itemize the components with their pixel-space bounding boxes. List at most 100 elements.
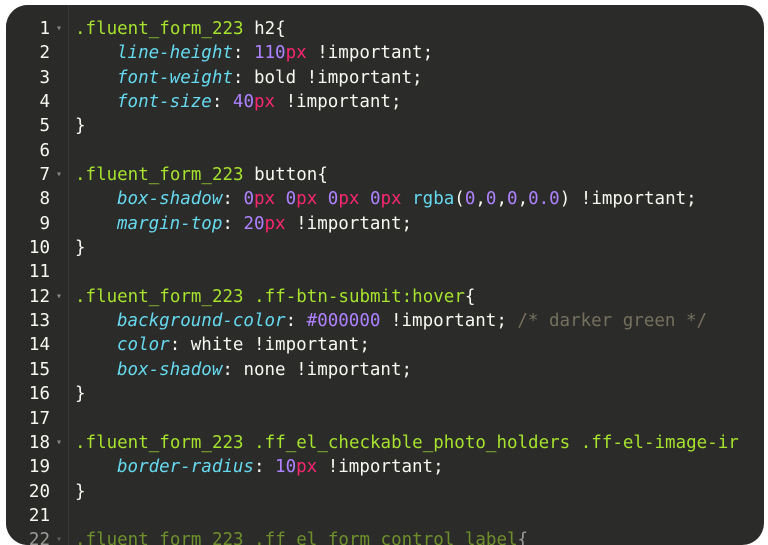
code-text: } <box>75 236 86 260</box>
line-number: 17 <box>28 408 50 429</box>
code-line[interactable]: 19 border-radius: 10px !important; <box>6 455 764 479</box>
line-number: 12 <box>28 286 50 307</box>
line-number: 3 <box>39 67 50 88</box>
code-token: 0 <box>243 189 254 210</box>
code-line[interactable]: 8 box-shadow: 0px 0px 0px 0px rgba(0,0,0,… <box>6 187 764 211</box>
code-editor[interactable]: 1 ▾ .fluent_form_223 h2{2 line-height: 110p… <box>6 5 764 545</box>
code-token: rgba <box>412 189 455 210</box>
code-text: border-radius: 10px !important; <box>75 455 444 479</box>
code-line[interactable]: 11 <box>6 260 764 284</box>
code-token: !important; <box>306 43 434 64</box>
code-token: 0 <box>327 189 339 210</box>
code-line[interactable]: 18 ▾ .fluent_form_223 .ff_el_checkable_pho… <box>6 431 764 455</box>
code-token: { <box>517 530 529 545</box>
code-line[interactable]: 5} <box>6 114 764 138</box>
fold-arrow-icon[interactable]: ▾ <box>53 285 65 309</box>
code-text: } <box>75 114 86 138</box>
code-token: h2{ <box>243 19 286 39</box>
code-token: { <box>464 286 476 307</box>
code-token: 0 <box>485 189 497 210</box>
line-number: 5 <box>39 116 50 137</box>
code-text: font-weight: bold !important; <box>75 66 423 90</box>
code-token: .ff_el_checkable_photo_holders <box>254 432 571 453</box>
code-token: px <box>253 189 276 210</box>
code-token: ) !important; <box>559 189 697 210</box>
code-token: .fluent_form_223 <box>75 530 244 545</box>
code-line[interactable]: 9 margin-top: 20px !important; <box>6 212 764 236</box>
code-token: 0 <box>285 189 297 210</box>
line-number: 10 <box>28 238 50 259</box>
code-token: ( <box>454 189 465 210</box>
line-number: 19 <box>28 457 50 478</box>
code-token: !important; <box>285 359 413 380</box>
code-token: .ff-el-image-ir <box>580 432 739 453</box>
code-line[interactable]: 12 ▾ .fluent_form_223 .ff-btn-submit:hover… <box>6 285 764 309</box>
code-token: font-weight <box>117 67 233 88</box>
code-token: button{ <box>243 165 328 186</box>
line-number: 9 <box>39 213 50 234</box>
code-token: !important; <box>296 67 423 88</box>
code-token: .fluent_form_223 <box>75 432 244 453</box>
code-line[interactable]: 15 box-shadow: none !important; <box>6 358 764 382</box>
code-line[interactable]: 1 ▾ .fluent_form_223 h2{ <box>6 17 764 41</box>
line-number: 4 <box>39 92 50 113</box>
code-token: .fluent_form_223 <box>75 165 244 186</box>
code-token: 0 <box>507 189 518 210</box>
fold-arrow-icon[interactable]: ▾ <box>53 17 65 41</box>
code-token: bold <box>253 67 297 88</box>
code-token: px <box>296 457 318 478</box>
code-token: 40 <box>232 92 254 113</box>
code-text: .fluent_form_223 button{ <box>75 163 328 187</box>
code-line[interactable]: 3 font-weight: bold !important; <box>6 66 764 90</box>
code-token: : <box>222 189 244 210</box>
code-text: .fluent_form_223 .ff-btn-submit:hover{ <box>75 285 475 309</box>
code-token: font-size <box>117 92 212 113</box>
code-token: 0 <box>369 189 381 210</box>
code-line[interactable]: 17 <box>6 407 764 431</box>
code-token: , <box>517 189 529 210</box>
code-token: .fluent_form_223 <box>75 19 244 39</box>
code-line[interactable]: 20} <box>6 480 764 504</box>
code-text: } <box>75 480 86 504</box>
code-token: box-shadow <box>117 359 223 380</box>
code-line[interactable]: 16} <box>6 382 764 406</box>
code-token: : <box>232 43 254 64</box>
code-token: /* darker green */ <box>506 311 708 332</box>
code-token: !important; <box>275 92 402 113</box>
code-token: px <box>380 189 402 210</box>
code-line[interactable]: 14 color: white !important; <box>6 333 764 357</box>
fold-arrow-icon[interactable]: ▾ <box>53 431 65 455</box>
line-number: 15 <box>28 359 50 380</box>
line-number: 6 <box>39 140 50 161</box>
line-number: 14 <box>28 335 50 356</box>
code-token: px <box>253 92 276 113</box>
code-line[interactable]: 7 ▾ .fluent_form_223 button{ <box>6 163 764 187</box>
code-token: margin-top <box>117 213 223 234</box>
code-token: } <box>75 238 86 259</box>
line-number: 20 <box>28 481 50 502</box>
code-token: 0.0 <box>528 189 560 210</box>
code-token: background-color <box>117 311 286 332</box>
code-token: : <box>169 335 191 356</box>
code-line[interactable]: 10} <box>6 236 764 260</box>
code-line[interactable]: 13 background-color: #000000 !important; … <box>6 309 764 333</box>
code-line[interactable]: 6 <box>6 139 764 163</box>
code-token: !important; <box>243 335 370 356</box>
code-token: :hover <box>401 286 465 307</box>
fold-arrow-icon[interactable]: ▾ <box>53 163 65 187</box>
code-text: .fluent_form_223 h2{ <box>75 17 286 41</box>
code-line[interactable]: 21 <box>6 504 764 528</box>
code-token: : <box>285 311 307 332</box>
code-token: #000000 <box>306 311 381 332</box>
code-token: border-radius <box>117 457 254 478</box>
code-line[interactable]: 4 font-size: 40px !important; <box>6 90 764 114</box>
code-line[interactable]: 2 line-height: 110px !important; <box>6 41 764 65</box>
code-token: 110 <box>253 43 286 64</box>
code-token: , <box>496 189 508 210</box>
code-token: .ff_el_form_control_label <box>254 530 518 545</box>
